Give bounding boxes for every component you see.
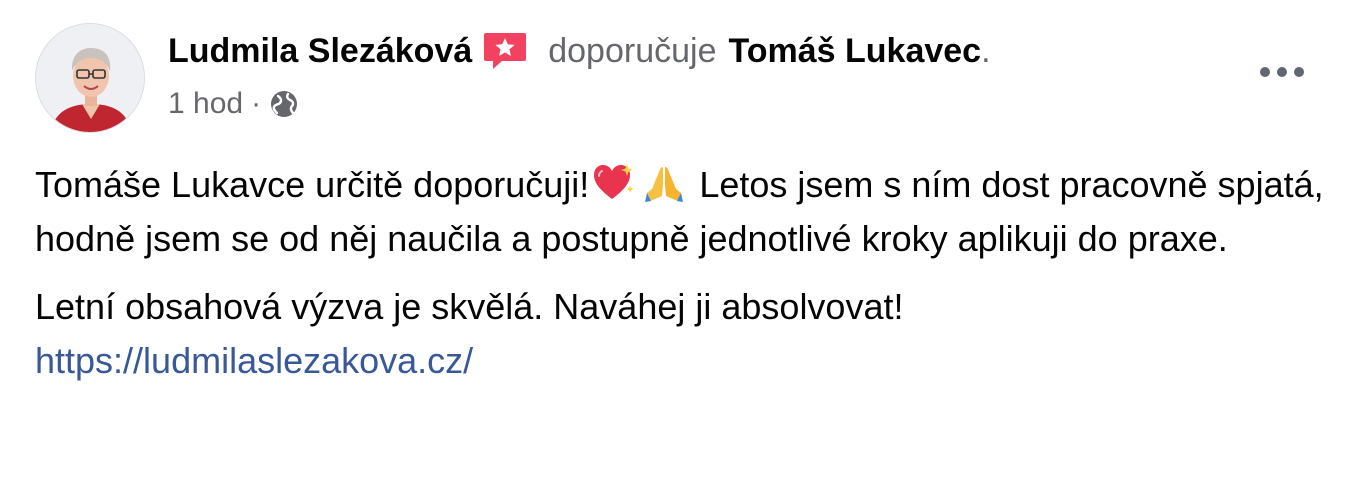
post-header: Ludmila Slezáková doporučuje Tomáš Lukav… [168, 28, 991, 74]
header-period: . [981, 32, 991, 70]
website-link[interactable]: https://ludmilaslezakova.cz/ [35, 340, 473, 381]
post-text-intro: Tomáše Lukavce určitě doporučuji! [35, 164, 590, 205]
recommended-page-link[interactable]: Tomáš Lukavec [728, 28, 981, 74]
post-text-challenge: Letní obsahová výzva je skvělá. Naváhej … [35, 286, 904, 327]
post-timestamp[interactable]: 1 hod [168, 87, 243, 121]
sparkling-heart-icon [592, 163, 636, 203]
meta-separator: · [251, 87, 262, 120]
post-body: Tomáše Lukavce určitě doporučuji! Letos … [35, 158, 1335, 388]
author-avatar[interactable] [35, 23, 145, 133]
recommendation-verb: doporučuje [548, 32, 717, 70]
more-options-icon [1260, 67, 1304, 77]
globe-icon[interactable] [269, 89, 299, 119]
post-meta: 1 hod · [168, 84, 299, 124]
folded-hands-icon [642, 163, 686, 203]
post-paragraph: Tomáše Lukavce určitě doporučuji! Letos … [35, 158, 1335, 266]
avatar-portrait-icon [36, 24, 144, 132]
recommendation-post: Ludmila Slezáková doporučuje Tomáš Lukav… [0, 0, 1366, 500]
author-name-link[interactable]: Ludmila Slezáková [168, 28, 472, 74]
recommendation-star-icon [482, 31, 528, 71]
post-paragraph: Letní obsahová výzva je skvělá. Naváhej … [35, 280, 1335, 388]
more-options-button[interactable] [1252, 52, 1312, 92]
